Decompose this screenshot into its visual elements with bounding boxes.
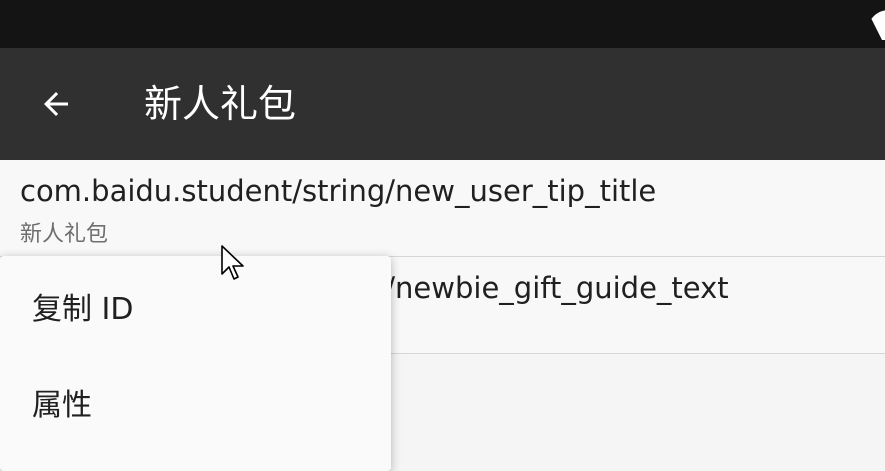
- context-menu: 复制 ID 属性: [0, 256, 391, 471]
- copy-id-menu-item[interactable]: 复制 ID: [0, 256, 391, 352]
- list-item-subtitle: 新人礼包: [20, 222, 109, 247]
- app-bar: 新人礼包: [0, 48, 885, 160]
- mouse-cursor-icon: [221, 245, 244, 280]
- back-button[interactable]: [32, 80, 80, 128]
- list-item-title: com.baidu.student/string/new_user_tip_ti…: [20, 174, 657, 208]
- wifi-signal-icon: [863, 10, 885, 40]
- properties-menu-item[interactable]: 属性: [0, 352, 391, 448]
- arrow-left-icon: [44, 92, 68, 116]
- list-item[interactable]: com.baidu.student/string/new_user_tip_ti…: [0, 160, 885, 257]
- page-title: 新人礼包: [144, 82, 297, 126]
- menu-item-label: 复制 ID: [32, 292, 134, 327]
- menu-item-label: 属性: [32, 388, 92, 423]
- status-bar: [0, 0, 885, 48]
